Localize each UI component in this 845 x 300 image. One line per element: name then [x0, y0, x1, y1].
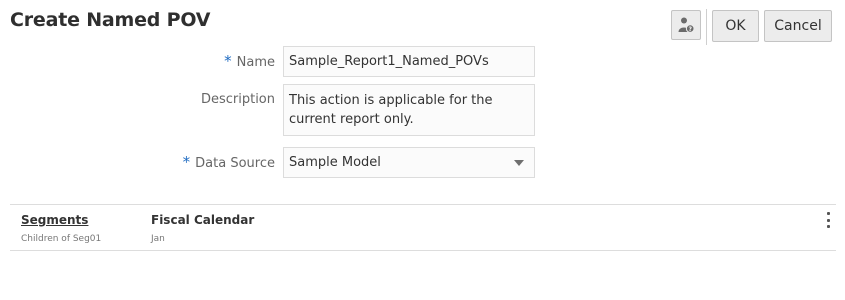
fiscal-calendar-dimension-header[interactable]: Fiscal Calendar: [151, 213, 254, 227]
fiscal-calendar-dimension-value: Jan: [151, 234, 165, 244]
ok-button[interactable]: OK: [712, 10, 759, 42]
name-label-row: * Name: [224, 52, 275, 70]
cancel-button[interactable]: Cancel: [764, 10, 832, 42]
name-label: Name: [236, 55, 275, 70]
more-vertical-icon[interactable]: [824, 212, 832, 228]
data-source-select[interactable]: Sample Model: [283, 147, 535, 178]
name-input[interactable]: Sample_Report1_Named_POVs: [283, 46, 535, 77]
user-help-button[interactable]: ?: [671, 10, 701, 40]
chevron-down-icon[interactable]: [514, 160, 524, 166]
pov-bar-top-rule: [10, 204, 836, 205]
description-textarea[interactable]: This action is applicable for the curren…: [283, 84, 535, 136]
svg-text:?: ?: [688, 26, 692, 33]
required-marker: *: [224, 52, 232, 70]
description-label: Description: [200, 92, 275, 107]
data-source-label-row: * Data Source: [183, 153, 275, 171]
required-marker: *: [182, 153, 191, 171]
page-title: Create Named POV: [10, 9, 211, 31]
data-source-value: Sample Model: [289, 155, 381, 170]
segments-dimension-value: Children of Seg01: [21, 234, 102, 244]
data-source-label: Data Source: [195, 156, 275, 171]
pov-bar-bottom-rule: [10, 250, 836, 251]
user-help-icon: ?: [678, 17, 695, 33]
toolbar-divider: [706, 9, 707, 45]
segments-dimension-header[interactable]: Segments: [21, 213, 88, 227]
